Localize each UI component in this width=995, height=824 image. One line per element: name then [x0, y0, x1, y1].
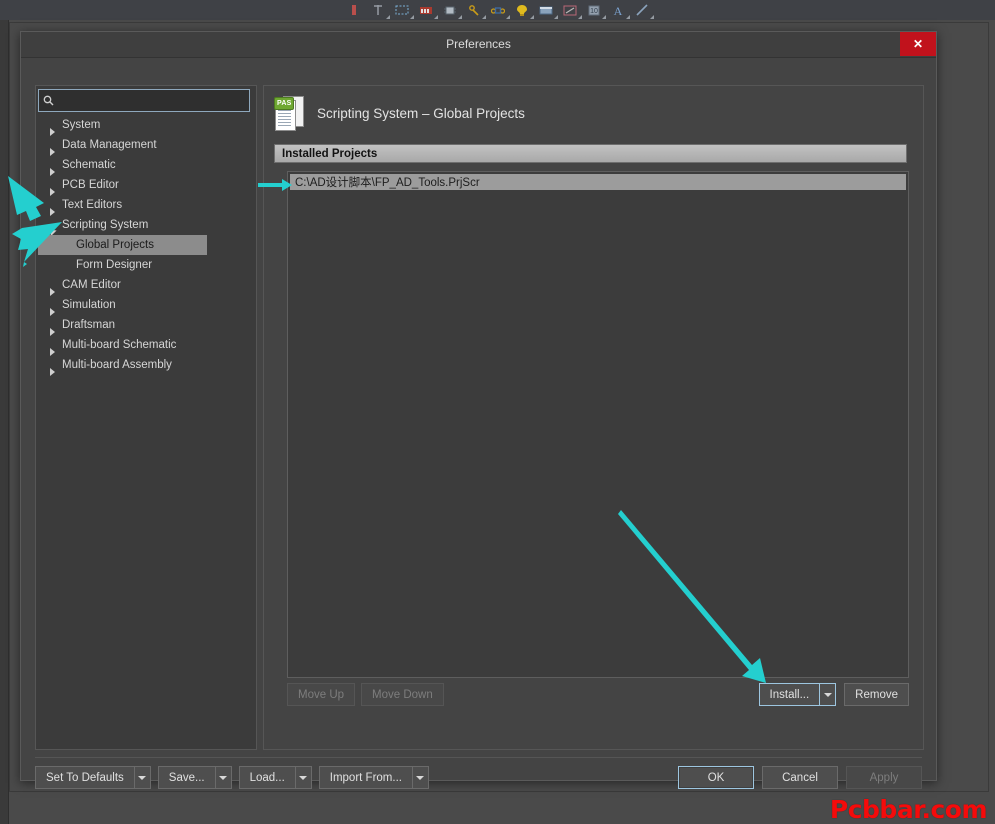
sidebar-item-system[interactable]: System: [38, 115, 252, 136]
dialog-body: System Data Management Schematic PCB Edi…: [21, 57, 936, 789]
apply-button[interactable]: Apply: [846, 766, 922, 789]
save-button[interactable]: Save...: [157, 766, 215, 789]
preferences-tree[interactable]: System Data Management Schematic PCB Edi…: [38, 115, 252, 747]
lamp-icon[interactable]: [515, 4, 534, 19]
cancel-label: Cancel: [782, 771, 818, 784]
save-split-button[interactable]: Save...: [157, 766, 232, 789]
preferences-dialog: Preferences ✕ System Data Management Sch…: [20, 31, 937, 789]
load-split-button[interactable]: Load...: [238, 766, 312, 789]
place-wire-icon[interactable]: [371, 4, 390, 19]
tools-icon[interactable]: [467, 4, 486, 19]
move-down-label: Move Down: [372, 688, 433, 701]
page-title: Scripting System – Global Projects: [317, 105, 525, 121]
load-dropdown-arrow-icon[interactable]: [294, 766, 312, 789]
preferences-nav-panel: System Data Management Schematic PCB Edi…: [35, 85, 257, 750]
search-box[interactable]: [38, 89, 250, 112]
import-from-button[interactable]: Import From...: [318, 766, 412, 789]
watermark: Pcbbar.com: [829, 795, 988, 824]
sidebar-item-multi-board-schematic[interactable]: Multi-board Schematic: [38, 335, 252, 356]
set-to-defaults-button[interactable]: Set To Defaults: [35, 766, 134, 789]
load-label: Load...: [249, 771, 285, 784]
load-button[interactable]: Load...: [238, 766, 295, 789]
dialog-title: Preferences: [446, 37, 511, 51]
set-to-defaults-split-button[interactable]: Set To Defaults: [35, 766, 151, 789]
sidebar-item-label: Scripting System: [62, 219, 149, 231]
cancel-button[interactable]: Cancel: [762, 766, 838, 789]
sidebar-item-data-management[interactable]: Data Management: [38, 135, 252, 156]
sidebar-item-multi-board-assembly[interactable]: Multi-board Assembly: [38, 355, 252, 376]
screen: 10 A Preferences ✕ System Data Managemen…: [0, 0, 995, 824]
sidebar-item-label: System: [62, 119, 101, 131]
dialog-titlebar: Preferences ✕: [21, 32, 936, 58]
list-action-bar: Move Up Move Down Install... Remove: [287, 683, 909, 707]
import-from-split-button[interactable]: Import From...: [318, 766, 429, 789]
app-left-rail: [0, 20, 9, 824]
line-icon[interactable]: [635, 3, 654, 19]
chip-icon[interactable]: [443, 4, 462, 19]
image-icon[interactable]: 10: [587, 4, 606, 19]
move-up-label: Move Up: [298, 688, 345, 701]
sidebar-item-global-projects[interactable]: Global Projects: [38, 235, 207, 255]
install-button[interactable]: Install...: [758, 683, 820, 706]
install-dropdown-arrow-icon[interactable]: [819, 683, 837, 706]
preferences-content-panel: PAS Scripting System – Global Projects I…: [263, 85, 924, 750]
app-toolbar: 10 A: [0, 0, 995, 21]
list-item[interactable]: C:\AD设计脚本\FP_AD_Tools.PrjScr: [290, 174, 906, 190]
sidebar-item-label: Schematic: [62, 159, 116, 171]
panel-icon[interactable]: [539, 4, 558, 19]
sidebar-item-simulation[interactable]: Simulation: [38, 295, 252, 316]
sidebar-item-form-designer[interactable]: Form Designer: [38, 255, 252, 275]
sidebar-item-cam-editor[interactable]: CAM Editor: [38, 275, 252, 296]
import-from-dropdown-arrow-icon[interactable]: [411, 766, 429, 789]
sidebar-item-label: Multi-board Schematic: [62, 339, 177, 351]
save-label: Save...: [168, 771, 205, 784]
install-split-button[interactable]: Install...: [758, 683, 837, 706]
installed-projects-header: Installed Projects: [274, 144, 907, 163]
svg-text:10: 10: [590, 8, 598, 15]
sidebar-item-label: Data Management: [62, 139, 157, 151]
save-dropdown-arrow-icon[interactable]: [214, 766, 232, 789]
net-icon[interactable]: [490, 4, 510, 19]
rectangle-select-icon[interactable]: [395, 4, 414, 19]
sidebar-item-scripting-system[interactable]: Scripting System: [38, 215, 252, 235]
sidebar-item-label: Text Editors: [62, 199, 123, 211]
apply-label: Apply: [869, 771, 899, 784]
ok-button[interactable]: OK: [678, 766, 754, 789]
sidebar-item-label: Multi-board Assembly: [62, 359, 172, 371]
import-from-label: Import From...: [329, 771, 402, 784]
move-up-button[interactable]: Move Up: [287, 683, 356, 706]
sidebar-item-label: Simulation: [62, 299, 116, 311]
install-label: Install...: [769, 688, 810, 701]
sidebar-item-label: PCB Editor: [62, 179, 119, 191]
search-input[interactable]: [57, 90, 249, 111]
sidebar-item-schematic[interactable]: Schematic: [38, 155, 252, 176]
pas-badge-label: PAS: [274, 97, 295, 110]
close-icon[interactable]: ✕: [900, 32, 936, 56]
sidebar-item-label: Form Designer: [76, 259, 153, 271]
move-down-button[interactable]: Move Down: [361, 683, 444, 706]
text-icon[interactable]: A: [611, 4, 630, 19]
ok-label: OK: [707, 771, 725, 784]
sidebar-item-label: CAM Editor: [62, 279, 121, 291]
component-icon[interactable]: [347, 4, 361, 17]
installed-projects-list[interactable]: C:\AD设计脚本\FP_AD_Tools.PrjScr: [287, 171, 909, 678]
sidebar-item-label: Draftsman: [62, 319, 116, 331]
sidebar-item-text-editors[interactable]: Text Editors: [38, 195, 252, 216]
sidebar-item-draftsman[interactable]: Draftsman: [38, 315, 252, 336]
board-icon[interactable]: [419, 4, 438, 19]
set-to-defaults-label: Set To Defaults: [46, 771, 124, 784]
sidebar-item-pcb-editor[interactable]: PCB Editor: [38, 175, 252, 196]
draw-icon[interactable]: [563, 4, 582, 19]
set-to-defaults-dropdown-arrow-icon[interactable]: [133, 766, 151, 789]
pas-script-document-icon: PAS: [274, 96, 304, 131]
sidebar-item-label: Global Projects: [76, 239, 154, 251]
svg-text:A: A: [613, 4, 622, 17]
remove-button[interactable]: Remove: [844, 683, 909, 706]
dialog-footer: Set To Defaults Save... Load... Import F…: [35, 766, 922, 790]
page-header: PAS Scripting System – Global Projects: [274, 96, 525, 131]
footer-divider: [35, 757, 922, 758]
search-icon: [39, 90, 57, 111]
remove-label: Remove: [855, 688, 898, 701]
